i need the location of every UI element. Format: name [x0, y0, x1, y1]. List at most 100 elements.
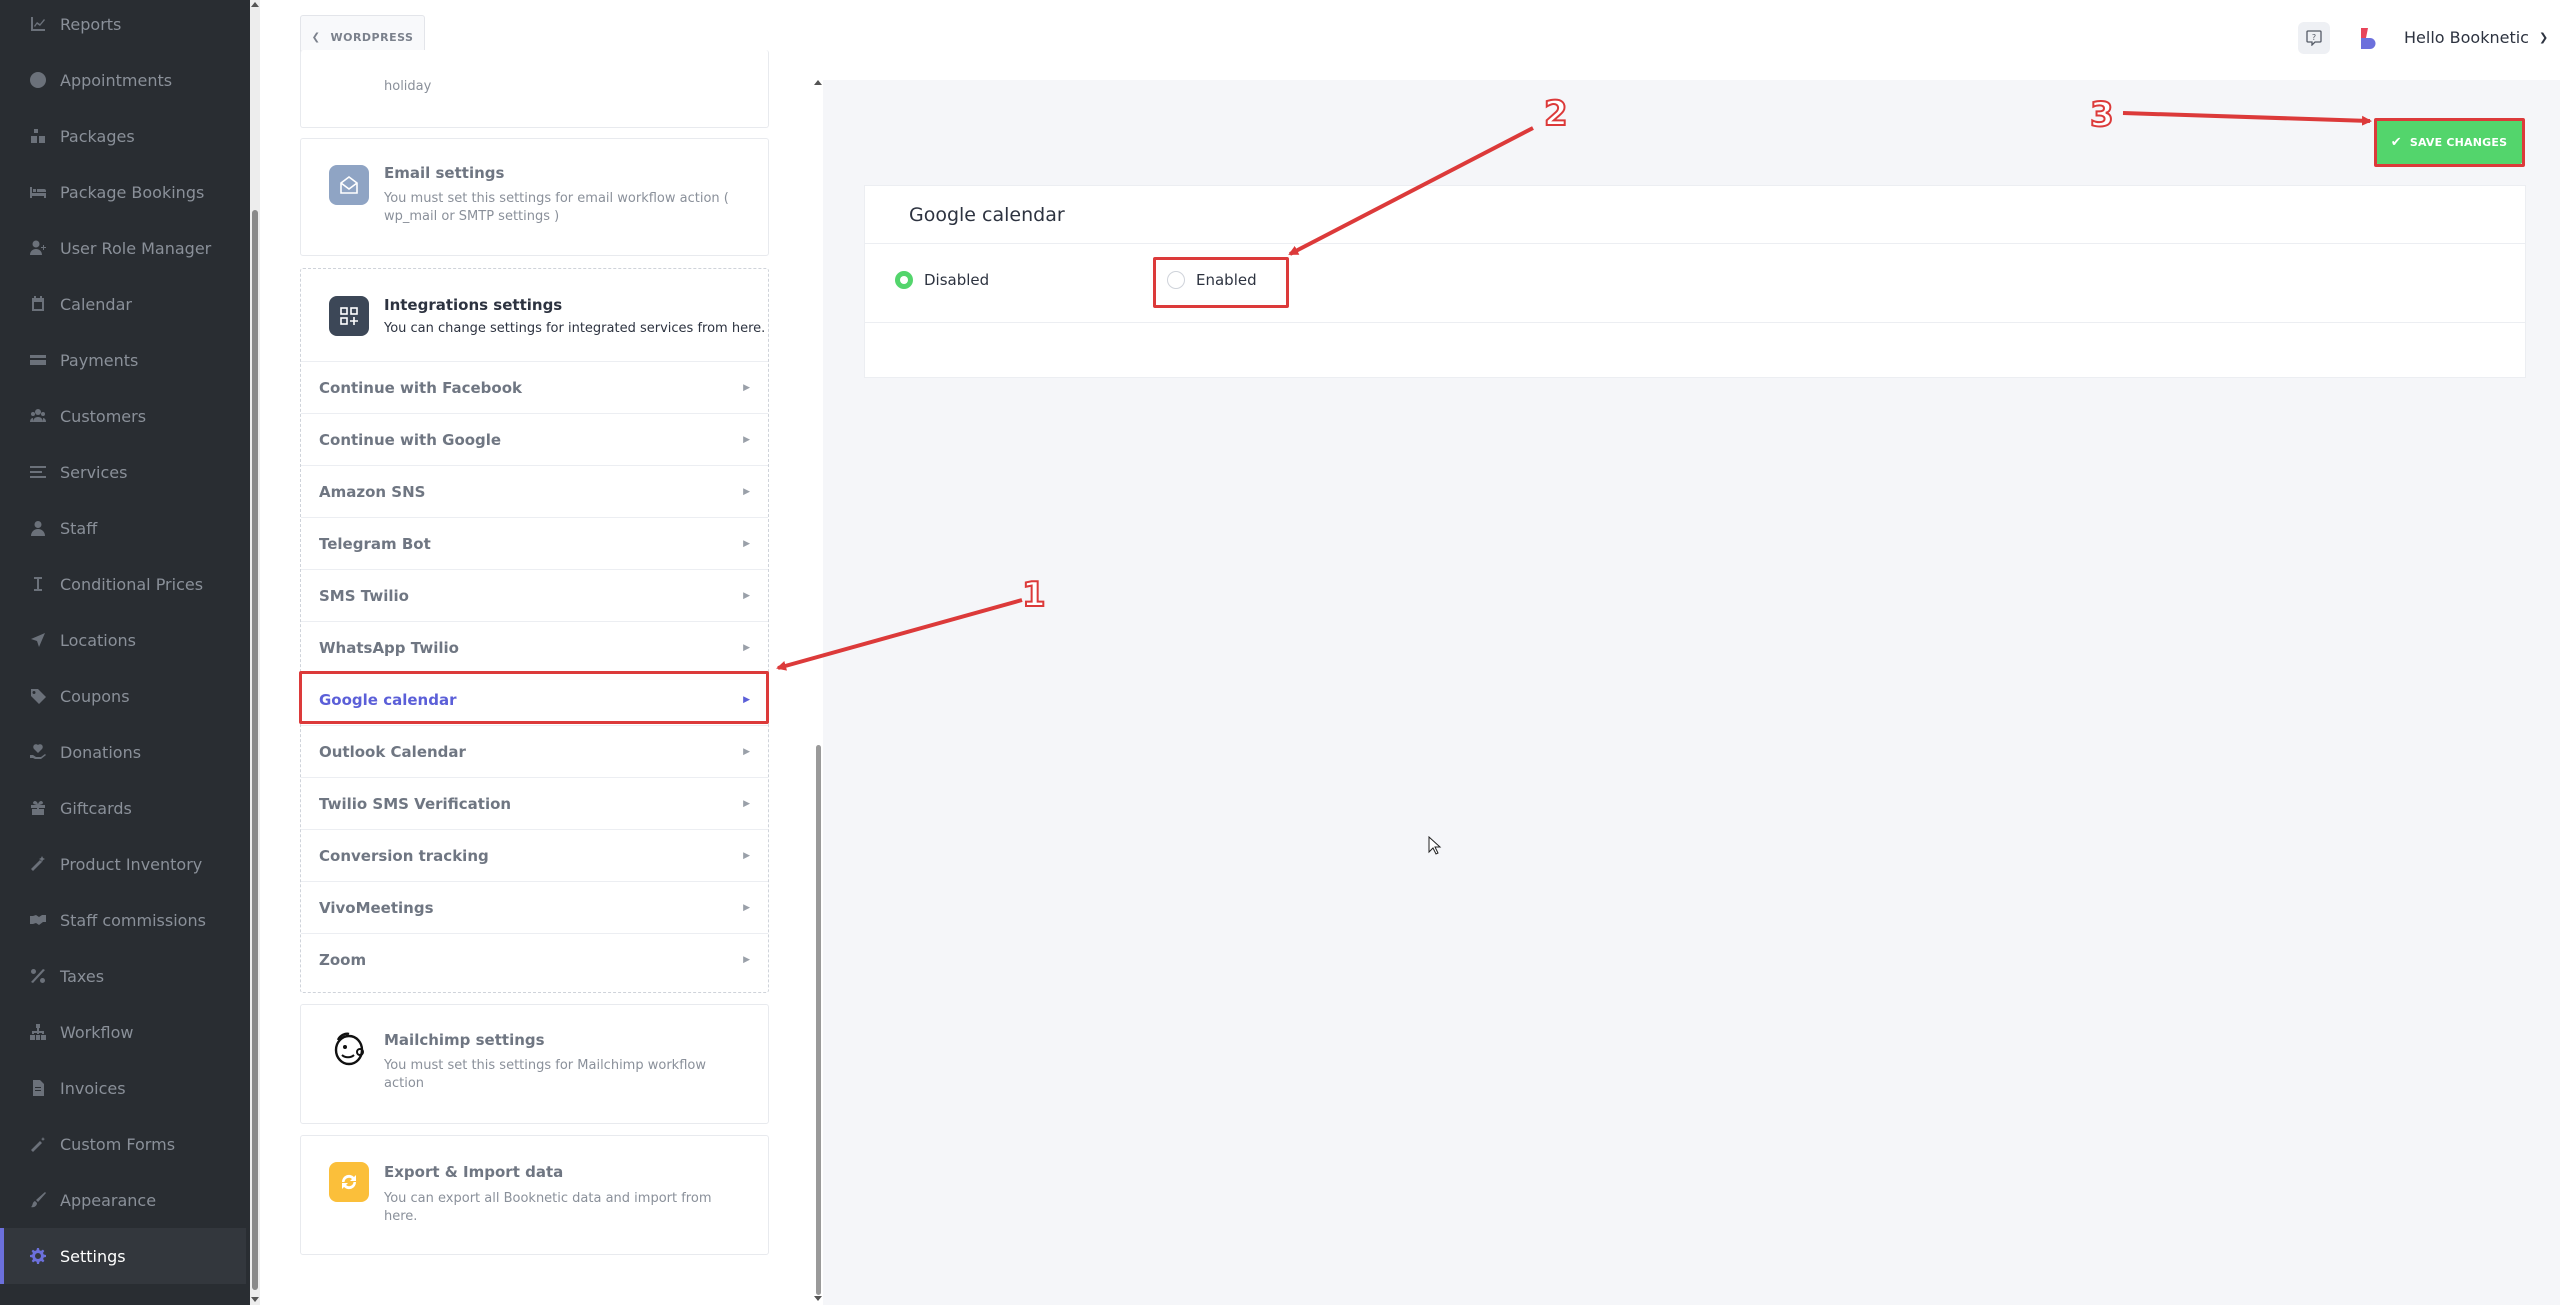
sidebar-item-label: Product Inventory: [60, 854, 203, 874]
integration-item-outlook-calendar[interactable]: Outlook Calendar ▶: [301, 725, 768, 777]
clock-icon: [30, 72, 46, 88]
integration-item-whatsapp-twilio[interactable]: WhatsApp Twilio ▶: [301, 621, 768, 673]
caret-right-icon: ▶: [743, 538, 750, 549]
email-settings-title: Email settings: [384, 164, 505, 182]
sidebar-item-user-role-manager[interactable]: User Role Manager: [0, 220, 246, 276]
mailchimp-settings-card[interactable]: Mailchimp settings You must set this set…: [300, 1004, 769, 1124]
sidebar-item-payments[interactable]: Payments: [0, 332, 246, 388]
sidebar-item-donations[interactable]: Donations: [0, 724, 246, 780]
panel-scroll-up-icon[interactable]: [814, 80, 822, 85]
sidebar-item-packages[interactable]: Packages: [0, 108, 246, 164]
integration-item-label: SMS Twilio: [319, 586, 409, 605]
sidebar-item-locations[interactable]: Locations: [0, 612, 246, 668]
sidebar-item-label: Giftcards: [60, 798, 132, 818]
user-menu[interactable]: Hello Booknetic ❯: [2404, 28, 2548, 47]
sidebar-item-label: Invoices: [60, 1078, 126, 1098]
radio-checked-icon: [895, 271, 913, 289]
sidebar-item-custom-forms[interactable]: Custom Forms: [0, 1116, 246, 1172]
percent-icon: [30, 968, 46, 984]
caret-right-icon: ▶: [743, 902, 750, 913]
i-cursor-icon: [30, 576, 46, 592]
caret-right-icon: ▶: [743, 434, 750, 445]
sidebar-item-label: Staff commissions: [60, 910, 206, 930]
sidebar-item-package-bookings[interactable]: Package Bookings: [0, 164, 246, 220]
email-settings-card[interactable]: Email settings You must set this setting…: [300, 138, 769, 256]
sidebar-item-label: Taxes: [60, 966, 105, 986]
sidebar-item-conditional-prices[interactable]: Conditional Prices: [0, 556, 246, 612]
sidebar-item-label: Package Bookings: [60, 182, 205, 202]
sidebar-item-label: Calendar: [60, 294, 132, 314]
integration-item-label: VivoMeetings: [319, 898, 434, 917]
integration-item-vivomeetings[interactable]: VivoMeetings ▶: [301, 881, 768, 933]
sidebar-item-staff-commissions[interactable]: Staff commissions: [0, 892, 246, 948]
help-button[interactable]: ?: [2298, 22, 2330, 54]
integration-item-label: Amazon SNS: [319, 482, 426, 501]
integrations-icon: [329, 296, 369, 336]
caret-right-icon: ▶: [743, 798, 750, 809]
credit-card-icon: [30, 352, 46, 368]
sidebar-item-coupons[interactable]: Coupons: [0, 668, 246, 724]
caret-right-icon: ▶: [743, 746, 750, 757]
sidebar-item-appearance[interactable]: Appearance: [0, 1172, 246, 1228]
integration-item-label: Conversion tracking: [319, 846, 489, 865]
chart-icon: [30, 16, 46, 32]
wordpress-label: WORDPRESS: [330, 31, 414, 44]
file-icon: [30, 1080, 46, 1096]
sidebar-item-label: Customers: [60, 406, 147, 426]
sidebar-item-label: Appointments: [60, 70, 173, 90]
settings-panel-scrollbar-thumb[interactable]: [816, 745, 821, 1295]
sidebar-item-appointments[interactable]: Appointments: [0, 52, 246, 108]
boxes-icon: [30, 128, 46, 144]
sidebar-scroll-down-icon[interactable]: [251, 1297, 259, 1302]
export-import-desc: You can export all Booknetic data and im…: [384, 1191, 712, 1224]
disabled-radio[interactable]: Disabled: [895, 271, 989, 289]
integration-item-continue-with-facebook[interactable]: Continue with Facebook ▶: [301, 361, 768, 413]
mailchimp-settings-desc: You must set this settings for Mailchimp…: [384, 1058, 706, 1091]
mailchimp-icon: [329, 1029, 369, 1069]
sidebar-item-staff[interactable]: Staff: [0, 500, 246, 556]
sidebar-item-workflow[interactable]: Workflow: [0, 1004, 246, 1060]
integration-item-continue-with-google[interactable]: Continue with Google ▶: [301, 413, 768, 465]
calendar-icon: [30, 296, 46, 312]
mailchimp-settings-title: Mailchimp settings: [384, 1031, 545, 1049]
google-calendar-settings: Google calendar Disabled Enabled: [864, 185, 2526, 378]
list-icon: [30, 464, 46, 480]
export-import-card[interactable]: Export & Import data You can export all …: [300, 1135, 769, 1255]
magic-icon: [30, 1136, 46, 1152]
sidebar-item-label: Packages: [60, 126, 135, 146]
sidebar: Reports Appointments Packages Package Bo…: [0, 0, 250, 1305]
sidebar-item-calendar[interactable]: Calendar: [0, 276, 246, 332]
sidebar-item-customers[interactable]: Customers: [0, 388, 246, 444]
sidebar-item-taxes[interactable]: Taxes: [0, 948, 246, 1004]
sidebar-scroll-up-icon[interactable]: [251, 2, 259, 7]
tag-icon: [30, 688, 46, 704]
email-settings-desc: You must set this settings for email wor…: [384, 191, 729, 224]
integration-item-twilio-sms-verification[interactable]: Twilio SMS Verification ▶: [301, 777, 768, 829]
question-bubble-icon: ?: [2306, 30, 2322, 46]
sidebar-scrollbar-thumb[interactable]: [252, 210, 258, 1290]
sidebar-item-label: Appearance: [60, 1190, 157, 1210]
sidebar-item-product-inventory[interactable]: Product Inventory: [0, 836, 246, 892]
sidebar-item-invoices[interactable]: Invoices: [0, 1060, 246, 1116]
handshake-icon: [30, 912, 46, 928]
user-plus-icon: [30, 240, 46, 256]
location-arrow-icon: [30, 632, 46, 648]
integration-item-zoom[interactable]: Zoom ▶: [301, 933, 768, 985]
annotation-number-2: 2: [1543, 93, 1569, 135]
sidebar-item-services[interactable]: Services: [0, 444, 246, 500]
integration-item-sms-twilio[interactable]: SMS Twilio ▶: [301, 569, 768, 621]
sidebar-item-settings[interactable]: Settings: [0, 1228, 246, 1284]
integration-item-conversion-tracking[interactable]: Conversion tracking ▶: [301, 829, 768, 881]
wand-icon: [30, 856, 46, 872]
sidebar-item-giftcards[interactable]: Giftcards: [0, 780, 246, 836]
sidebar-item-label: Custom Forms: [60, 1134, 176, 1154]
sync-icon: [329, 1162, 369, 1202]
gear-icon: [30, 1248, 46, 1264]
bed-icon: [30, 184, 46, 200]
sidebar-item-label: Donations: [60, 742, 142, 762]
integration-item-telegram-bot[interactable]: Telegram Bot ▶: [301, 517, 768, 569]
integration-item-amazon-sns[interactable]: Amazon SNS ▶: [301, 465, 768, 517]
holiday-card[interactable]: holiday: [300, 50, 769, 128]
panel-scroll-down-icon[interactable]: [814, 1296, 822, 1301]
sidebar-item-reports[interactable]: Reports: [0, 0, 246, 52]
